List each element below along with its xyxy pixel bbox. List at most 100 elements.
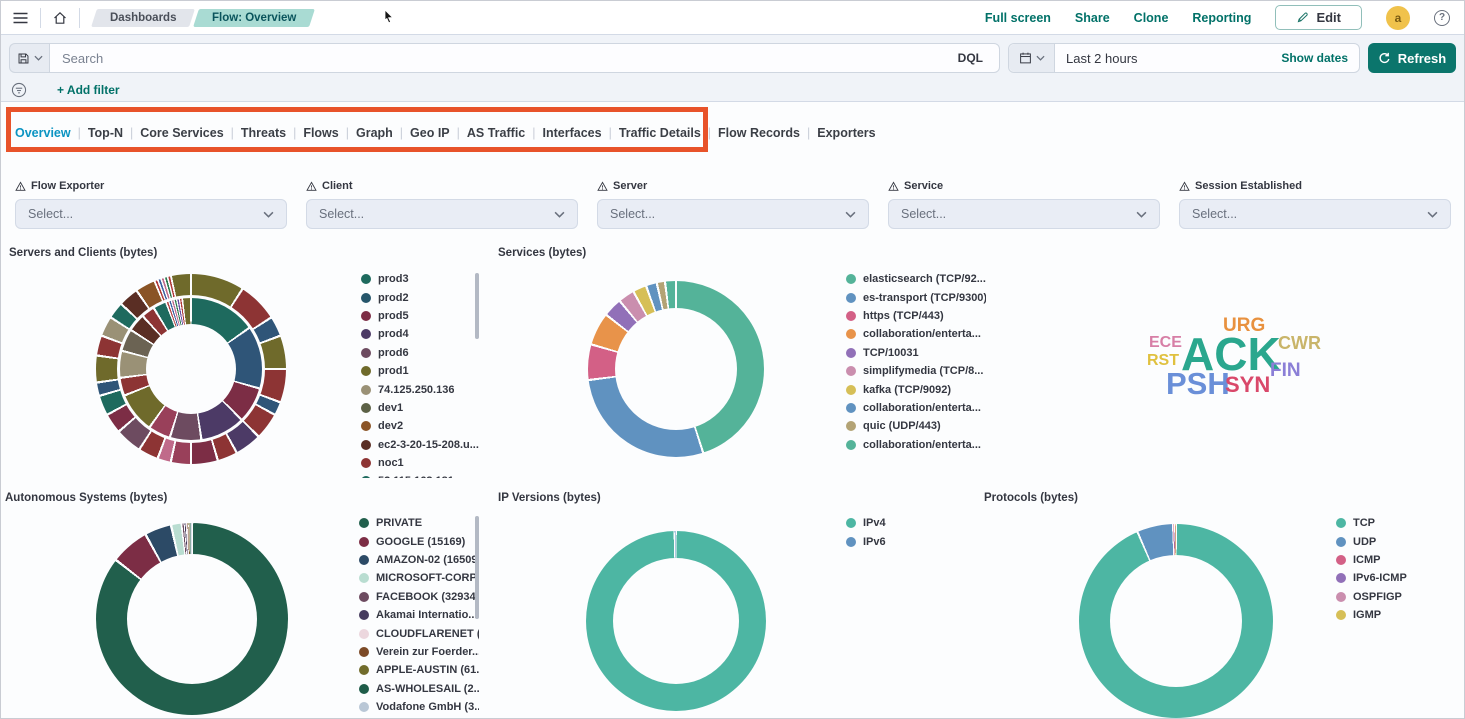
legend-item-noc1[interactable]: noc1 — [361, 454, 479, 472]
filter-select-server[interactable]: Select... — [597, 199, 869, 229]
legend-item-tcp[interactable]: TCP — [1336, 514, 1456, 532]
legend-label: elasticsearch (TCP/92... — [863, 273, 986, 285]
tab-overview[interactable]: Overview — [15, 126, 71, 140]
add-filter-button[interactable]: + Add filter — [57, 83, 120, 97]
full-screen-button[interactable]: Full screen — [985, 11, 1051, 25]
legend-item-kafka-tcp-9092[interactable]: kafka (TCP/9092) — [846, 380, 986, 398]
services-donut[interactable] — [588, 281, 764, 457]
clone-button[interactable]: Clone — [1134, 11, 1169, 25]
time-range-value[interactable]: Last 2 hours — [1055, 51, 1281, 66]
tab-interfaces[interactable]: Interfaces — [543, 126, 602, 140]
tab-flow-records[interactable]: Flow Records — [718, 126, 800, 140]
legend-item-74-125-250-136[interactable]: 74.125.250.136 — [361, 380, 479, 398]
legend-item-https-tcp-443[interactable]: https (TCP/443) — [846, 307, 986, 325]
legend-item-collaboration-enterta[interactable]: collaboration/enterta... — [846, 436, 986, 454]
legend-item-prod4[interactable]: prod4 — [361, 325, 479, 343]
tag-cloud-word-urg[interactable]: URG — [1223, 316, 1265, 335]
filter-select-client[interactable]: Select... — [306, 199, 578, 229]
legend-item-quic-udp-443[interactable]: quic (UDP/443) — [846, 417, 986, 435]
legend-item-es-transport-tcp-9300[interactable]: es-transport (TCP/9300) — [846, 288, 986, 306]
legend-scrollbar[interactable] — [475, 516, 479, 619]
legend-item-ipv6[interactable]: IPv6 — [846, 532, 946, 550]
query-language-button[interactable]: DQL — [954, 51, 987, 65]
legend-item-dev1[interactable]: dev1 — [361, 399, 479, 417]
filter-icon[interactable] — [11, 82, 27, 98]
legend-item-akamai-internatio[interactable]: Akamai Internatio... — [359, 606, 479, 624]
home-button[interactable] — [41, 1, 79, 34]
legend-label: PRIVATE — [376, 517, 422, 529]
help-icon[interactable]: ? — [1434, 10, 1450, 26]
tab-top-n[interactable]: Top-N — [88, 126, 123, 140]
tab-exporters[interactable]: Exporters — [817, 126, 875, 140]
tab-threats[interactable]: Threats — [241, 126, 286, 140]
legend-item-amazon-02-16509[interactable]: AMAZON-02 (16509) — [359, 551, 479, 569]
tag-cloud-word-syn[interactable]: SYN — [1225, 374, 1270, 396]
tab-graph[interactable]: Graph — [356, 126, 393, 140]
legend-item-ec2-3-20-15-208-u[interactable]: ec2-3-20-15-208.u... — [361, 436, 479, 454]
edit-button[interactable]: Edit — [1275, 5, 1362, 30]
legend-item-ipv6-icmp[interactable]: IPv6-ICMP — [1336, 569, 1456, 587]
protocols-donut[interactable] — [1079, 524, 1273, 718]
legend-scrollbar[interactable] — [475, 273, 479, 339]
filter-select-session-established[interactable]: Select... — [1179, 199, 1451, 229]
legend-item-icmp[interactable]: ICMP — [1336, 551, 1456, 569]
legend-item-dev2[interactable]: dev2 — [361, 417, 479, 435]
legend-item-ipv4[interactable]: IPv4 — [846, 514, 946, 532]
legend-item-52-115-163-181[interactable]: 52.115.163.181 — [361, 472, 479, 478]
date-quick-select-button[interactable] — [1009, 44, 1055, 72]
legend-item-google-15169[interactable]: GOOGLE (15169) — [359, 532, 479, 550]
legend-item-verein-zur-foerder[interactable]: Verein zur Foerder... — [359, 643, 479, 661]
legend-item-vodafone-gmbh-3[interactable]: Vodafone GmbH (3... — [359, 698, 479, 716]
legend-item-facebook-32934[interactable]: FACEBOOK (32934) — [359, 588, 479, 606]
tab-as-traffic[interactable]: AS Traffic — [467, 126, 525, 140]
legend-item-microsoft-corp[interactable]: MICROSOFT-CORP-... — [359, 569, 479, 587]
legend-item-collaboration-enterta[interactable]: collaboration/enterta... — [846, 325, 986, 343]
legend-item-prod5[interactable]: prod5 — [361, 307, 479, 325]
legend-item-ospfigp[interactable]: OSPFIGP — [1336, 588, 1456, 606]
legend-item-tcp-10031[interactable]: TCP/10031 — [846, 344, 986, 362]
legend-swatch — [361, 311, 371, 321]
legend-item-prod6[interactable]: prod6 — [361, 344, 479, 362]
legend-label: MICROSOFT-CORP-... — [376, 572, 479, 584]
servers-clients-sunburst-inner-ring[interactable] — [120, 298, 262, 440]
legend-item-private[interactable]: PRIVATE — [359, 514, 479, 532]
filter-select-flow-exporter[interactable]: Select... — [15, 199, 287, 229]
reporting-button[interactable]: Reporting — [1192, 11, 1251, 25]
breadcrumb-flow-overview[interactable]: Flow: Overview — [194, 9, 316, 27]
tab-flows[interactable]: Flows — [303, 126, 338, 140]
legend-item-prod3[interactable]: prod3 — [361, 270, 479, 288]
legend-item-udp[interactable]: UDP — [1336, 532, 1456, 550]
legend-item-collaboration-enterta[interactable]: collaboration/enterta... — [846, 399, 986, 417]
tag-cloud-word-ece[interactable]: ECE — [1149, 335, 1182, 351]
share-button[interactable]: Share — [1075, 11, 1110, 25]
tag-cloud-word-psh[interactable]: PSH — [1166, 368, 1230, 399]
saved-query-menu-button[interactable] — [9, 43, 49, 73]
breadcrumb-dashboards[interactable]: Dashboards — [91, 9, 195, 27]
legend-item-as-wholesail-2[interactable]: AS-WHOLESAIL (2... — [359, 680, 479, 698]
tag-cloud-word-rst[interactable]: RST — [1147, 353, 1179, 369]
refresh-button[interactable]: Refresh — [1368, 43, 1456, 73]
autonomous-systems-donut[interactable] — [96, 523, 288, 715]
legend-item-prod2[interactable]: prod2 — [361, 288, 479, 306]
avatar[interactable]: a — [1386, 6, 1410, 30]
tab-geo-ip[interactable]: Geo IP — [410, 126, 450, 140]
legend-label: collaboration/enterta... — [863, 328, 981, 340]
tab-core-services[interactable]: Core Services — [140, 126, 223, 140]
legend-item-prod1[interactable]: prod1 — [361, 362, 479, 380]
tag-cloud-word-fin[interactable]: FIN — [1270, 361, 1301, 380]
legend-item-elasticsearch-tcp-92[interactable]: elasticsearch (TCP/92... — [846, 270, 986, 288]
legend-item-cloudflarenet[interactable]: CLOUDFLARENET (... — [359, 624, 479, 642]
show-dates-link[interactable]: Show dates — [1281, 51, 1359, 65]
filter-select-service[interactable]: Select... — [888, 199, 1160, 229]
tag-cloud-word-cwr[interactable]: CWR — [1278, 334, 1321, 352]
legend-item-igmp[interactable]: IGMP — [1336, 606, 1456, 624]
ip-versions-donut[interactable] — [586, 531, 766, 711]
dashboard-content: Overview|Top-N|Core Services|Threats|Flo… — [1, 102, 1464, 719]
chevron-down-icon — [34, 55, 43, 61]
legend-item-simplifymedia-tcp-8[interactable]: simplifymedia (TCP/8... — [846, 362, 986, 380]
tab-traffic-details[interactable]: Traffic Details — [619, 126, 701, 140]
legend-item-apple-austin-61[interactable]: APPLE-AUSTIN (61... — [359, 661, 479, 679]
menu-button[interactable] — [1, 1, 40, 34]
legend-label: quic (UDP/443) — [863, 420, 941, 432]
search-input[interactable] — [62, 51, 954, 66]
